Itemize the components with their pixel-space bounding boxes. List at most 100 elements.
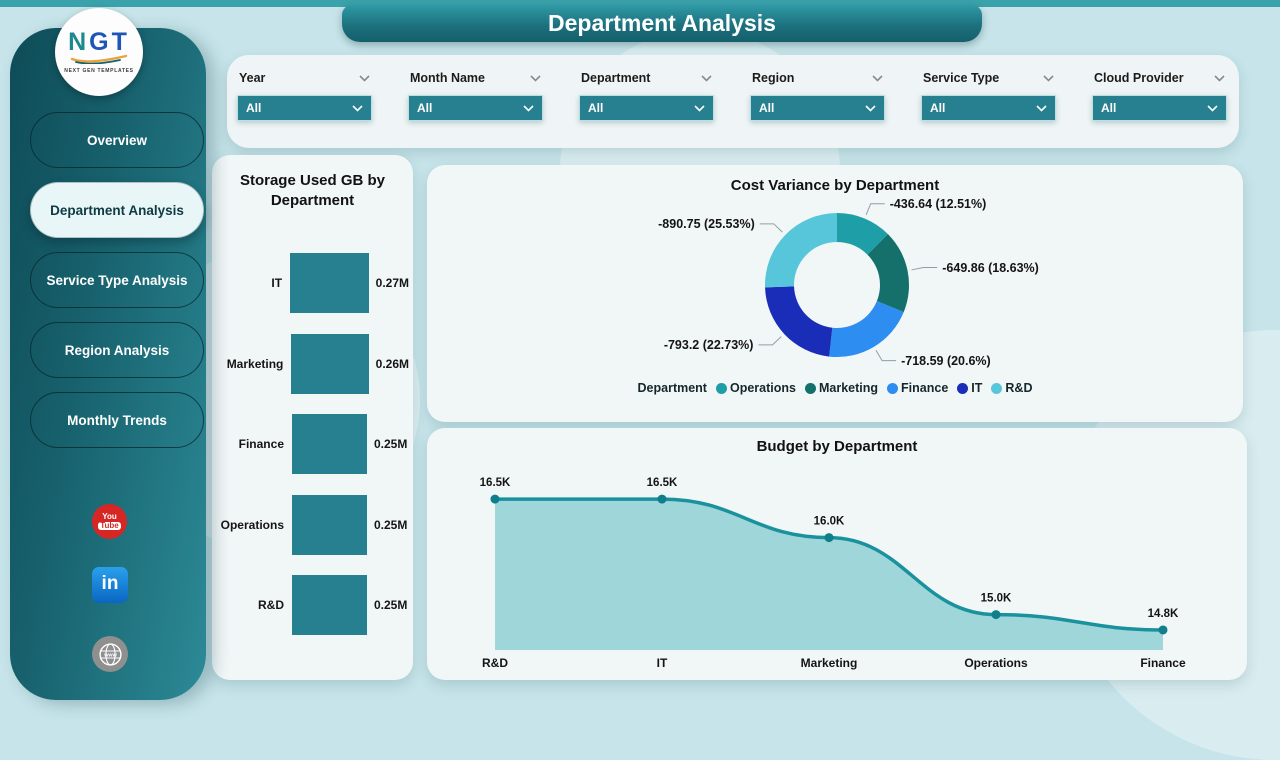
slicer-value: All	[759, 101, 774, 115]
slicer-header-year[interactable]: Year	[237, 71, 372, 85]
legend-title: Department	[638, 381, 707, 395]
slicer-dropdown-department[interactable]: All	[579, 95, 714, 121]
chevron-down-icon	[1043, 75, 1054, 82]
donut-slice-it[interactable]	[765, 286, 832, 356]
storage-chart-card: Storage Used GB by Department IT 0.27M Mar…	[212, 155, 413, 680]
sidebar-item-monthly-trends[interactable]: Monthly Trends	[30, 392, 204, 448]
donut-callout-line	[866, 204, 885, 215]
legend-item-it[interactable]: IT	[957, 381, 982, 395]
chevron-down-icon	[530, 75, 541, 82]
bar[interactable]	[290, 253, 369, 313]
bar-row-marketing: Marketing 0.26M	[218, 324, 409, 405]
bar-category-label: Finance	[218, 437, 284, 451]
slicer-header-region[interactable]: Region	[750, 71, 885, 85]
donut-data-label: -793.2 (22.73%)	[664, 338, 754, 352]
legend-item-marketing[interactable]: Marketing	[805, 381, 878, 395]
bar-category-label: IT	[218, 276, 282, 290]
slicer-dropdown-year[interactable]: All	[237, 95, 372, 121]
svg-text:www: www	[103, 652, 117, 658]
bar-value-label: 0.26M	[376, 357, 409, 371]
legend-dot	[716, 383, 727, 394]
budget-chart-card: Budget by Department 16.5KR&D16.5KIT16.0…	[427, 428, 1247, 680]
slicer-header-month-name[interactable]: Month Name	[408, 71, 543, 85]
legend-item-finance[interactable]: Finance	[887, 381, 948, 395]
chevron-down-icon	[865, 105, 876, 112]
legend-label: Marketing	[819, 381, 878, 395]
sidebar-item-department-analysis[interactable]: Department Analysis	[30, 182, 204, 238]
slicer-dropdown-service-type[interactable]: All	[921, 95, 1056, 121]
bar-row-r-d: R&D 0.25M	[218, 565, 409, 646]
donut-data-label: -436.64 (12.51%)	[890, 197, 987, 211]
bar[interactable]	[292, 495, 367, 555]
area-value-label: 16.5K	[480, 477, 511, 489]
donut-callout-line	[876, 350, 896, 360]
slicer-dropdown-cloud-provider[interactable]: All	[1092, 95, 1227, 121]
donut-slice-finance[interactable]	[829, 301, 904, 357]
legend-label: Operations	[730, 381, 796, 395]
youtube-text: Tube	[98, 522, 121, 530]
donut-data-label: -718.59 (20.6%)	[901, 354, 991, 368]
sidebar-item-region-analysis[interactable]: Region Analysis	[30, 322, 204, 378]
website-globe-icon[interactable]: www	[92, 636, 128, 672]
sidebar: Overview Department Analysis Service Type …	[10, 28, 206, 700]
bar[interactable]	[292, 575, 367, 635]
donut-slice-r-d[interactable]	[765, 213, 837, 287]
legend-dot	[957, 383, 968, 394]
sidebar-item-overview[interactable]: Overview	[30, 112, 204, 168]
area-value-label: 16.5K	[647, 477, 678, 489]
slicer-label: Service Type	[923, 71, 999, 85]
chevron-down-icon	[523, 105, 534, 112]
youtube-icon[interactable]: YouTube	[92, 504, 127, 539]
donut-legend: Department Operations Marketing Finance IT R&…	[427, 381, 1243, 395]
donut-callout-line	[758, 337, 781, 345]
bar[interactable]	[291, 334, 368, 394]
slicer-header-service-type[interactable]: Service Type	[921, 71, 1056, 85]
area-value-label: 16.0K	[814, 516, 845, 528]
bar-value-label: 0.25M	[374, 518, 407, 532]
data-point-r-d[interactable]	[491, 495, 500, 504]
slicer-month-name: Month Name All	[408, 71, 543, 148]
bar-category-label: Marketing	[218, 357, 283, 371]
donut-callout-line	[760, 224, 783, 232]
storage-chart-title: Storage Used GB by Department	[212, 171, 413, 210]
chevron-down-icon	[694, 105, 705, 112]
x-axis-label: IT	[657, 656, 668, 670]
legend-item-r-d[interactable]: R&D	[991, 381, 1032, 395]
legend-label: R&D	[1005, 381, 1032, 395]
slicer-region: Region All	[750, 71, 885, 148]
legend-item-operations[interactable]: Operations	[716, 381, 796, 395]
bar-value-label: 0.25M	[374, 598, 407, 612]
slicer-header-cloud-provider[interactable]: Cloud Provider	[1092, 71, 1227, 85]
slicer-service-type: Service Type All	[921, 71, 1056, 148]
budget-chart-title: Budget by Department	[427, 438, 1247, 455]
linkedin-icon[interactable]: in	[92, 567, 128, 603]
chevron-down-icon	[872, 75, 883, 82]
data-point-finance[interactable]	[1159, 625, 1168, 634]
chevron-down-icon	[1214, 75, 1225, 82]
data-point-marketing[interactable]	[825, 533, 834, 542]
data-point-it[interactable]	[658, 495, 667, 504]
bar-row-finance: Finance 0.25M	[218, 404, 409, 485]
legend-dot	[805, 383, 816, 394]
ngt-logo: NGT NEXT GEN TEMPLATES	[55, 8, 143, 96]
bar[interactable]	[292, 414, 367, 474]
bar-row-it: IT 0.27M	[218, 243, 409, 324]
legend-dot	[887, 383, 898, 394]
slicer-dropdown-month-name[interactable]: All	[408, 95, 543, 121]
chevron-down-icon	[359, 75, 370, 82]
chevron-down-icon	[352, 105, 363, 112]
x-axis-label: Finance	[1140, 656, 1186, 670]
bar-value-label: 0.27M	[376, 276, 409, 290]
slicer-dropdown-region[interactable]: All	[750, 95, 885, 121]
slicer-header-department[interactable]: Department	[579, 71, 714, 85]
slicer-year: Year All	[237, 71, 372, 148]
legend-label: IT	[971, 381, 982, 395]
logo-subtitle: NEXT GEN TEMPLATES	[64, 68, 133, 74]
bar-value-label: 0.25M	[374, 437, 407, 451]
area-value-label: 15.0K	[981, 593, 1012, 605]
data-point-operations[interactable]	[992, 610, 1001, 619]
slicer-label: Region	[752, 71, 794, 85]
bar-category-label: R&D	[218, 598, 284, 612]
sidebar-item-service-type-analysis[interactable]: Service Type Analysis	[30, 252, 204, 308]
dashboard-page: Overview Department Analysis Service Type …	[0, 0, 1280, 716]
